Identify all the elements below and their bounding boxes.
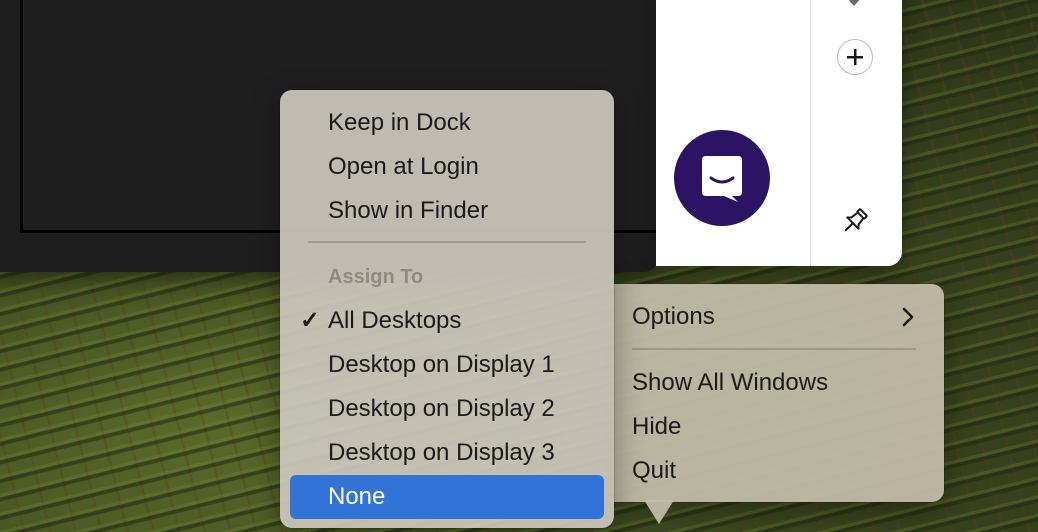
menu-item-label: None: [328, 483, 386, 510]
options-submenu: Keep in Dock Open at Login Show in Finde…: [280, 90, 614, 528]
menu-item-label: Desktop on Display 1: [328, 351, 555, 378]
menu-separator: [308, 241, 586, 243]
menu-item-desktop-display-3[interactable]: Desktop on Display 3: [290, 431, 604, 475]
menu-item-open-at-login[interactable]: Open at Login: [290, 145, 604, 189]
add-button[interactable]: [837, 39, 873, 75]
menu-separator: [632, 348, 916, 350]
menu-item-label: Quit: [632, 457, 677, 484]
chat-icon: [702, 156, 742, 202]
menu-item-show-in-finder[interactable]: Show in Finder: [290, 189, 604, 233]
menu-item-keep-in-dock[interactable]: Keep in Dock: [290, 101, 604, 145]
menu-item-none[interactable]: None: [290, 475, 604, 519]
menu-item-label: All Desktops: [328, 307, 462, 334]
menu-item-all-desktops[interactable]: ✓ All Desktops: [290, 299, 604, 343]
pin-button[interactable]: [838, 204, 872, 238]
vertical-divider: [810, 0, 811, 266]
menu-item-options[interactable]: Options: [622, 295, 934, 339]
chevron-right-icon: [902, 307, 914, 327]
menu-pointer-tail: [644, 500, 674, 524]
side-panel-window: [656, 0, 902, 266]
pin-icon: [844, 208, 868, 232]
chevron-down-icon[interactable]: [847, 0, 861, 6]
menu-item-desktop-display-1[interactable]: Desktop on Display 1: [290, 343, 604, 387]
menu-item-label: Show All Windows: [632, 369, 829, 396]
menu-item-label: Keep in Dock: [328, 109, 471, 136]
add-icon: [847, 49, 863, 65]
menu-item-label: Desktop on Display 2: [328, 395, 555, 422]
menu-item-label: Options: [632, 303, 715, 330]
menu-item-label: Show in Finder: [328, 197, 489, 224]
menu-item-label: Hide: [632, 413, 682, 440]
checkmark-icon: ✓: [300, 307, 321, 334]
menu-item-show-all-windows[interactable]: Show All Windows: [622, 361, 934, 405]
menu-item-hide[interactable]: Hide: [622, 405, 934, 449]
dock-options-menu: Options Show All Windows Hide Quit: [614, 284, 944, 502]
menu-item-quit[interactable]: Quit: [622, 449, 934, 493]
menu-item-label: Desktop on Display 3: [328, 439, 555, 466]
menu-item-label: Open at Login: [328, 153, 479, 180]
menu-item-desktop-display-2[interactable]: Desktop on Display 2: [290, 387, 604, 431]
chat-button[interactable]: [674, 130, 770, 226]
assign-to-heading: Assign To: [328, 266, 424, 288]
